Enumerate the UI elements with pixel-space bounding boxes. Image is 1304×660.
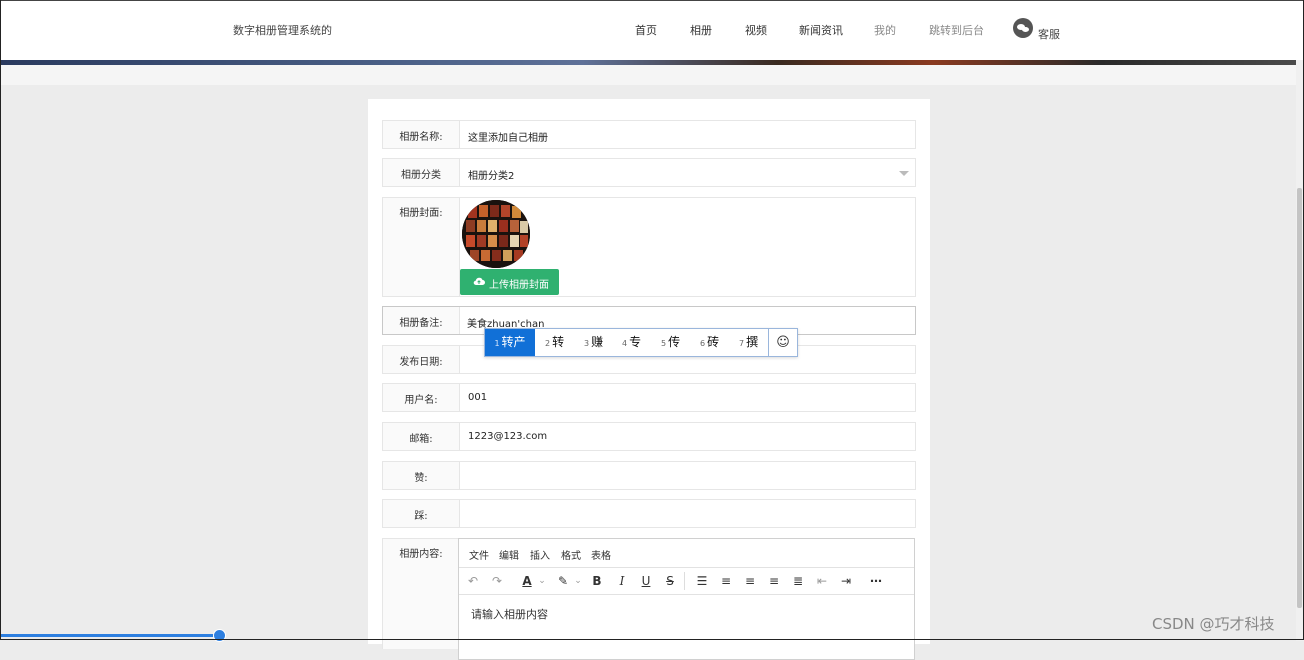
- ime-candidate[interactable]: 2转: [545, 329, 564, 356]
- text-color-icon[interactable]: A: [519, 573, 535, 589]
- ime-candidate-text: 转产: [501, 335, 526, 349]
- nav-mine[interactable]: 我的: [874, 22, 896, 38]
- highlight-icon[interactable]: ✎: [555, 573, 571, 589]
- ime-candidate-text: 转: [552, 335, 565, 349]
- album-name-row: 相册名称: 这里添加自己相册: [382, 120, 916, 149]
- ime-candidate-text: 赚: [591, 335, 604, 349]
- nav-news[interactable]: 新闻资讯: [799, 22, 843, 38]
- ime-candidate[interactable]: 6砖: [700, 329, 719, 356]
- album-form-card: 相册名称: 这里添加自己相册 相册分类 相册分类2 相册封面: 上传相册封面 相…: [368, 99, 930, 660]
- nav-videos[interactable]: 视频: [745, 22, 767, 38]
- ime-candidate-window: 1 转产 2转 3赚 4专 5传 6砖 7撰 ☺: [484, 328, 798, 357]
- album-cover-image[interactable]: [462, 200, 530, 268]
- ime-candidate[interactable]: 4专: [622, 329, 641, 356]
- ime-candidate-num: 2: [545, 339, 551, 348]
- editor-placeholder[interactable]: 请输入相册内容: [471, 606, 548, 622]
- italic-icon[interactable]: I: [614, 573, 630, 589]
- customer-service-link[interactable]: 客服: [1038, 26, 1060, 42]
- username-label: 用户名:: [404, 395, 438, 406]
- more-icon[interactable]: ⋯: [868, 573, 884, 589]
- chevron-down-icon[interactable]: ⌄: [537, 573, 547, 589]
- publish-date-label: 发布日期:: [399, 357, 443, 368]
- username-row: 用户名: 001: [382, 383, 916, 412]
- wechat-icon[interactable]: [1013, 18, 1033, 38]
- sub-bar: [0, 65, 1296, 85]
- chevron-down-icon[interactable]: [899, 171, 909, 176]
- cloud-upload-icon: [473, 277, 485, 286]
- nav-albums[interactable]: 相册: [690, 22, 712, 38]
- album-remark-label: 相册备注:: [399, 318, 443, 329]
- ime-candidate-num: 1: [494, 339, 500, 348]
- smiley-icon[interactable]: ☺: [768, 329, 797, 356]
- album-name-input[interactable]: 这里添加自己相册: [468, 129, 548, 144]
- menu-file[interactable]: 文件: [469, 547, 489, 562]
- rich-text-editor: 文件 编辑 插入 格式 表格 ↶ ↷ A ⌄ ✎ ⌄ B I U S ☰ ≡ ≡…: [458, 538, 915, 660]
- email-label: 邮箱:: [409, 434, 433, 445]
- ime-candidate-num: 5: [661, 339, 667, 348]
- ime-candidate-num: 6: [700, 339, 706, 348]
- menu-format[interactable]: 格式: [561, 547, 581, 562]
- editor-menubar: 文件 编辑 插入 格式 表格: [459, 539, 914, 568]
- ime-candidate-text: 专: [629, 335, 642, 349]
- bold-icon[interactable]: B: [589, 573, 605, 589]
- outdent-icon[interactable]: ⇤: [814, 573, 830, 589]
- ime-candidate-num: 3: [584, 339, 590, 348]
- ime-candidate-text: 砖: [707, 335, 720, 349]
- watermark: CSDN @巧才科技: [1152, 615, 1275, 633]
- username-input[interactable]: 001: [468, 392, 487, 403]
- album-category-select[interactable]: 相册分类2: [468, 167, 514, 182]
- like-label: 赞:: [414, 473, 428, 484]
- align-center-icon[interactable]: ≡: [742, 573, 758, 589]
- top-header: 数字相册管理系统的 首页 相册 视频 新闻资讯 我的 跳转到后台 客服: [0, 0, 1304, 61]
- editor-toolbar: ↶ ↷ A ⌄ ✎ ⌄ B I U S ☰ ≡ ≡ ≡ ≣ ⇤ ⇥ ⋯: [459, 568, 914, 595]
- chevron-down-icon[interactable]: ⌄: [573, 573, 583, 589]
- album-cover-row: 相册封面: 上传相册封面: [382, 197, 916, 297]
- line-height-icon[interactable]: ☰: [694, 573, 710, 589]
- upload-cover-button[interactable]: 上传相册封面: [460, 269, 559, 295]
- underline-icon[interactable]: U: [638, 573, 654, 589]
- strikethrough-icon[interactable]: S: [662, 573, 678, 589]
- ime-candidate[interactable]: 1 转产: [485, 329, 535, 356]
- ime-candidate[interactable]: 3赚: [584, 329, 603, 356]
- undo-icon[interactable]: ↶: [465, 573, 481, 589]
- site-title: 数字相册管理系统的: [233, 24, 332, 37]
- align-justify-icon[interactable]: ≣: [790, 573, 806, 589]
- ime-candidate-text: 传: [668, 335, 681, 349]
- upload-cover-label: 上传相册封面: [489, 280, 549, 291]
- toolbar-separator: [684, 572, 685, 590]
- align-left-icon[interactable]: ≡: [718, 573, 734, 589]
- menu-edit[interactable]: 编辑: [499, 547, 519, 562]
- like-row: 赞:: [382, 461, 916, 490]
- video-progress-bar[interactable]: [0, 634, 220, 637]
- nav-home[interactable]: 首页: [635, 22, 657, 38]
- ime-candidate-text: 撰: [746, 335, 759, 349]
- nav-admin[interactable]: 跳转到后台: [929, 22, 984, 38]
- email-row: 邮箱: 1223@123.com: [382, 422, 916, 451]
- food-photo: [462, 200, 530, 268]
- dislike-label: 踩:: [414, 511, 428, 522]
- align-right-icon[interactable]: ≡: [766, 573, 782, 589]
- content-label: 相册内容:: [399, 549, 443, 560]
- progress-knob[interactable]: [213, 629, 226, 642]
- album-category-row[interactable]: 相册分类 相册分类2: [382, 158, 916, 187]
- menu-table[interactable]: 表格: [591, 547, 611, 562]
- ime-candidate[interactable]: 5传: [661, 329, 680, 356]
- album-name-label: 相册名称:: [399, 132, 443, 143]
- ime-candidate[interactable]: 7撰: [739, 329, 758, 356]
- dislike-row: 踩:: [382, 499, 916, 528]
- album-cover-label: 相册封面:: [399, 208, 443, 219]
- scrollbar-thumb[interactable]: [1297, 188, 1302, 608]
- album-category-label: 相册分类: [401, 170, 441, 181]
- email-input[interactable]: 1223@123.com: [468, 431, 547, 442]
- ime-candidate-num: 4: [622, 339, 628, 348]
- redo-icon[interactable]: ↷: [489, 573, 505, 589]
- ime-candidate-num: 7: [739, 339, 745, 348]
- indent-icon[interactable]: ⇥: [838, 573, 854, 589]
- menu-insert[interactable]: 插入: [530, 547, 550, 562]
